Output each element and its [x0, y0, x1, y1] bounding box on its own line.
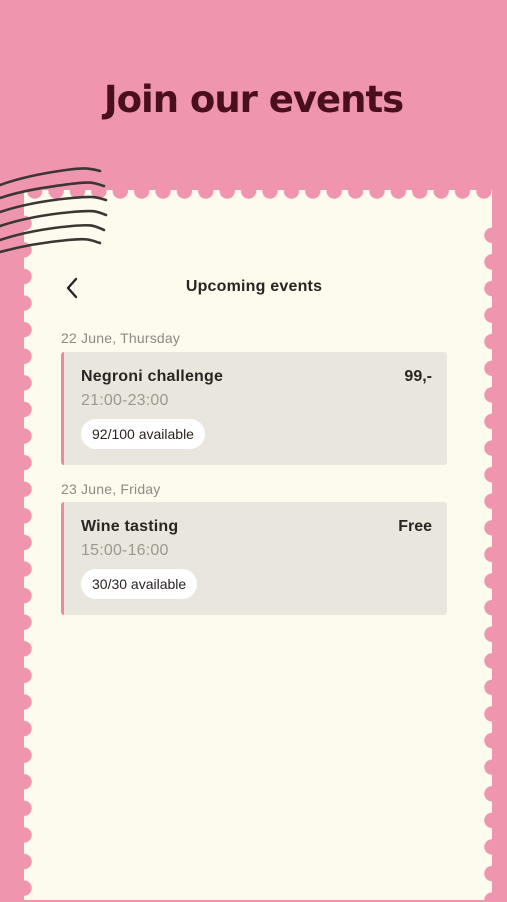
- event-time: 21:00-23:00: [81, 392, 169, 409]
- event-price: 99,-: [404, 368, 432, 385]
- event-time: 15:00-16:00: [81, 542, 169, 559]
- event-title: Wine tasting: [81, 518, 179, 535]
- date-header: 23 June, Friday: [61, 481, 161, 497]
- date-header: 22 June, Thursday: [61, 330, 181, 346]
- event-price: Free: [398, 518, 432, 535]
- stamp-perforation-left: [16, 210, 32, 900]
- event-title: Negroni challenge: [81, 368, 224, 385]
- postmark-icon: [0, 167, 108, 254]
- availability-badge: 30/30 available: [81, 569, 198, 599]
- availability-badge: 92/100 available: [81, 419, 205, 449]
- event-card-wine-tasting[interactable]: Wine tasting Free 15:00-16:00 30/30 avai…: [61, 502, 447, 615]
- event-card-negroni-challenge[interactable]: Negroni challenge 99,- 21:00-23:00 92/10…: [61, 352, 447, 465]
- page-headline: Join our events: [103, 78, 404, 121]
- nav-title: Upcoming events: [185, 278, 323, 295]
- stamp-perforation-right: [484, 222, 500, 902]
- nav-bar: Upcoming events: [24, 268, 484, 308]
